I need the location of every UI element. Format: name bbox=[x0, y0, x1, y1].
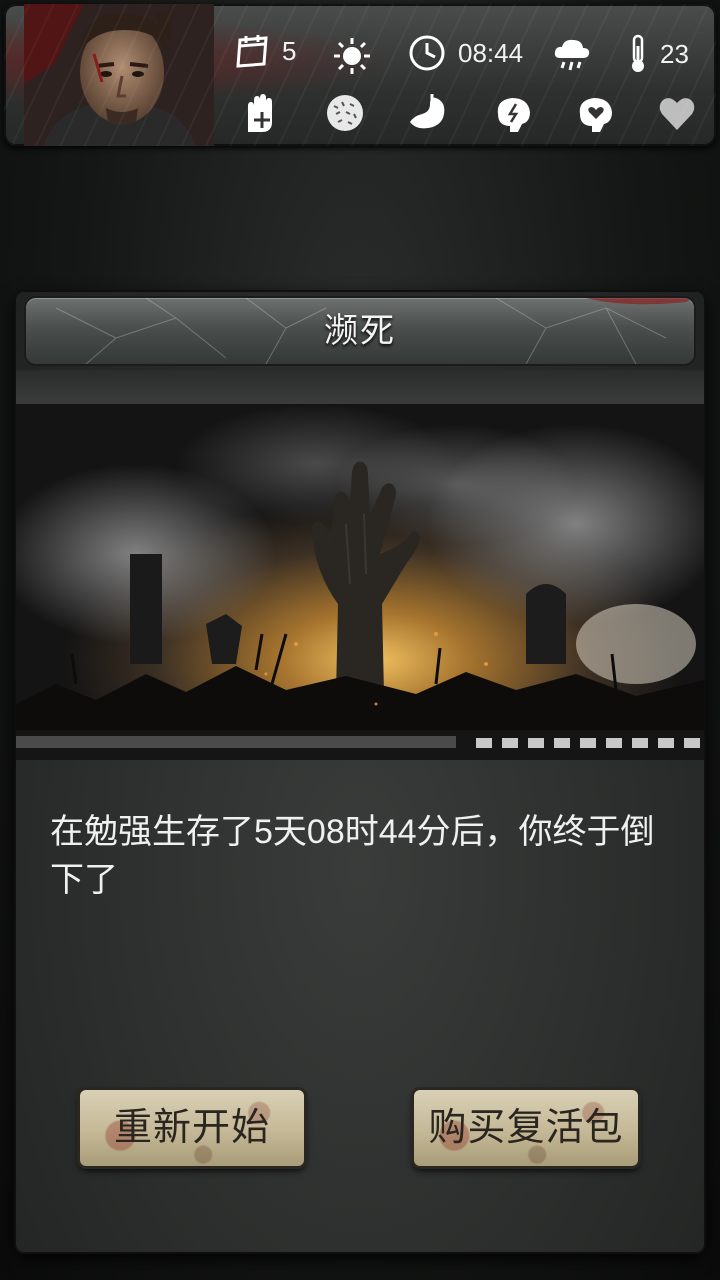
heart-icon[interactable] bbox=[656, 92, 698, 134]
restart-button-label: 重新开始 bbox=[113, 1107, 270, 1149]
death-dialog: 濒死 在勉强生存了5天08时44分后，你终于倒下了 重新开始 购买复活包 bbox=[16, 292, 704, 1252]
clock-icon bbox=[409, 35, 445, 71]
time-value: 08:44 bbox=[458, 37, 524, 68]
days-value: 5 bbox=[282, 35, 297, 66]
status-hud: 5 08:44 23 bbox=[4, 4, 716, 146]
thermometer-icon bbox=[632, 34, 644, 72]
title-divider bbox=[16, 370, 704, 404]
calendar-icon bbox=[236, 35, 268, 68]
restart-button[interactable]: 重新开始 bbox=[80, 1090, 304, 1166]
stomach-texture-icon[interactable] bbox=[324, 92, 366, 134]
hand-plus-icon[interactable] bbox=[240, 92, 282, 134]
days-survived: 5 bbox=[234, 34, 296, 68]
temperature: 23 bbox=[628, 34, 689, 74]
stomach-icon[interactable] bbox=[406, 92, 448, 134]
temperature-value: 23 bbox=[660, 38, 689, 69]
brain-energy-icon[interactable] bbox=[492, 92, 534, 134]
brain-heart-icon[interactable] bbox=[574, 92, 616, 134]
buy-revive-pack-label: 购买复活包 bbox=[428, 1107, 624, 1149]
dialog-title: 濒死 bbox=[324, 311, 396, 351]
sun-icon bbox=[334, 38, 370, 74]
survivor-portrait[interactable] bbox=[24, 4, 214, 146]
zombie-hand-illustration bbox=[16, 404, 704, 760]
dialog-title-bar: 濒死 bbox=[26, 298, 694, 364]
clock-time: 08:44 bbox=[408, 34, 523, 72]
film-strip-border bbox=[16, 730, 704, 760]
buy-revive-pack-button[interactable]: 购买复活包 bbox=[414, 1090, 638, 1166]
death-message: 在勉强生存了5天08时44分后，你终于倒下了 bbox=[50, 813, 655, 899]
rain-cloud-icon bbox=[554, 39, 590, 71]
